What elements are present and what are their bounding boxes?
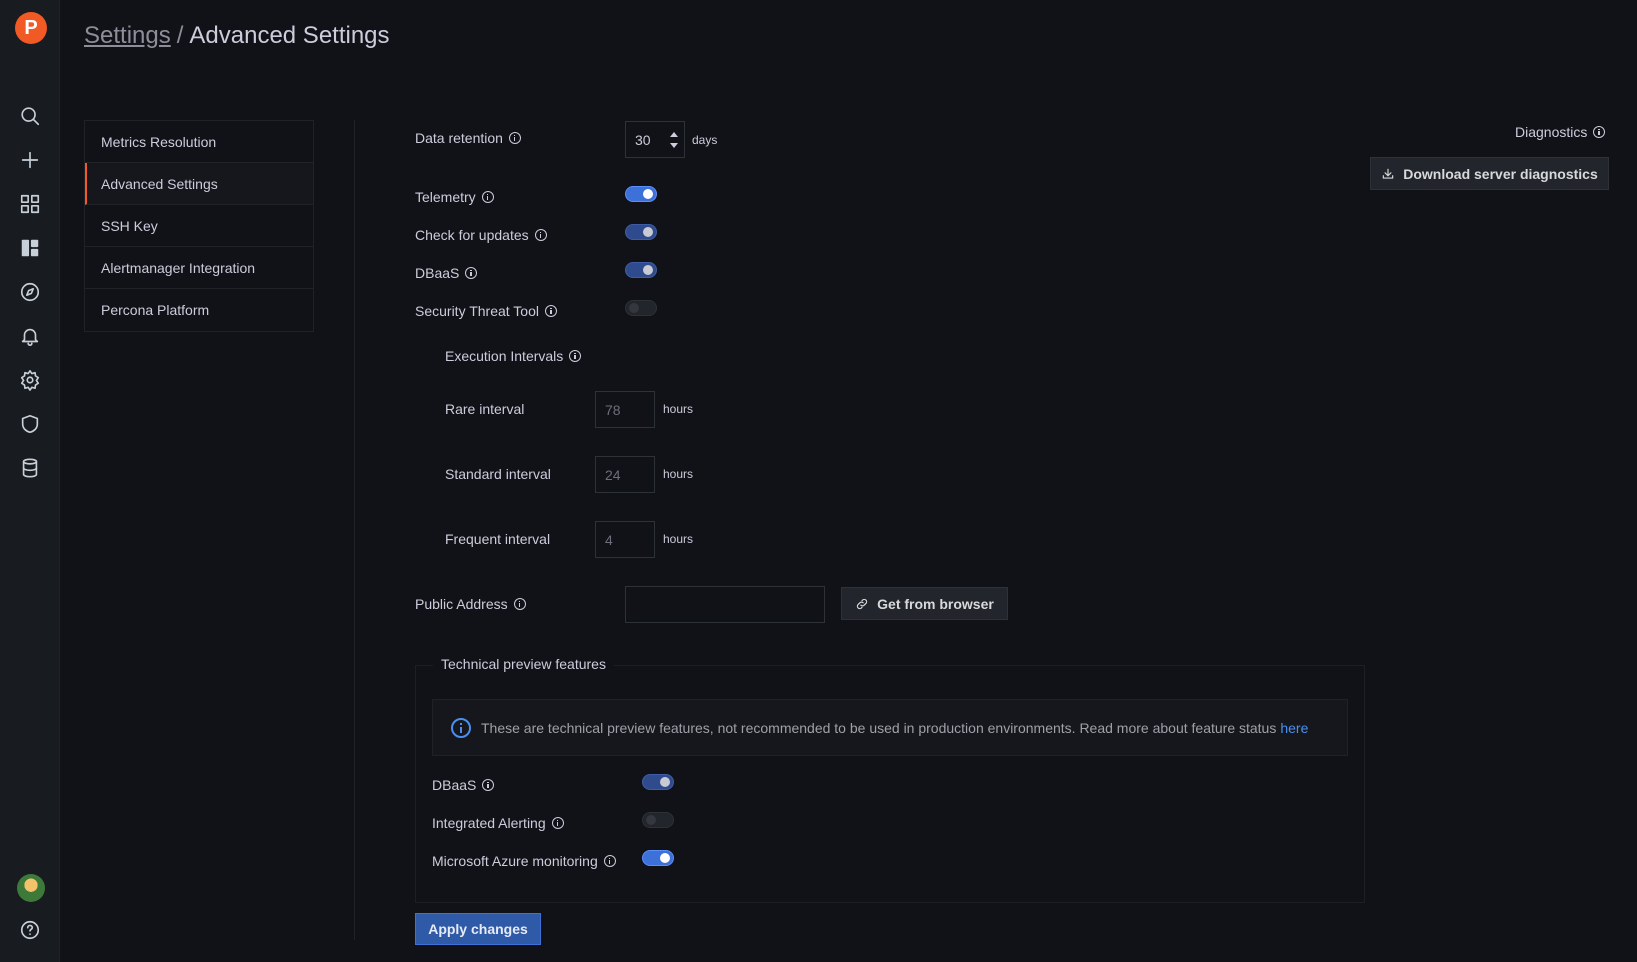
info-icon[interactable] bbox=[465, 267, 478, 279]
page-title: Advanced Settings bbox=[189, 22, 390, 49]
plus-icon[interactable] bbox=[14, 144, 46, 176]
toggle-knob bbox=[660, 777, 670, 787]
execution-intervals-text: Execution Intervals bbox=[445, 348, 564, 364]
alert-bell-icon[interactable] bbox=[14, 320, 46, 352]
rare-interval-label: Rare interval bbox=[445, 401, 525, 417]
stt-text: Security Threat Tool bbox=[415, 303, 539, 319]
check-updates-label: Check for updates bbox=[415, 227, 547, 243]
get-from-browser-button[interactable]: Get from browser bbox=[841, 587, 1008, 620]
info-icon[interactable] bbox=[508, 132, 521, 144]
shield-icon[interactable] bbox=[14, 408, 46, 440]
tech-preview-legend: Technical preview features bbox=[433, 656, 614, 672]
preview-dbaas-text: DBaaS bbox=[432, 777, 477, 793]
integrated-alerting-label: Integrated Alerting bbox=[432, 815, 564, 831]
data-retention-input[interactable]: 30 bbox=[625, 121, 685, 158]
standard-interval-unit: hours bbox=[663, 467, 694, 481]
info-circle-icon bbox=[451, 717, 471, 738]
azure-monitoring-label: Microsoft Azure monitoring bbox=[432, 853, 616, 869]
frequent-interval-label: Frequent interval bbox=[445, 531, 551, 547]
public-address-label: Public Address bbox=[415, 596, 526, 612]
frequent-interval-unit: hours bbox=[663, 532, 694, 546]
toggle-knob bbox=[643, 227, 653, 237]
download-icon bbox=[1383, 168, 1394, 179]
feature-status-link[interactable]: here bbox=[1280, 720, 1308, 736]
toggle-knob bbox=[629, 303, 639, 313]
preview-dbaas-label: DBaaS bbox=[432, 777, 495, 793]
info-icon[interactable] bbox=[481, 191, 494, 203]
info-icon[interactable] bbox=[1593, 126, 1606, 138]
explore-icon[interactable] bbox=[14, 276, 46, 308]
info-icon[interactable] bbox=[551, 817, 564, 829]
data-retention-text: Data retention bbox=[415, 130, 503, 146]
data-retention-value: 30 bbox=[635, 131, 651, 148]
info-icon[interactable] bbox=[482, 779, 495, 791]
breadcrumb-settings-link[interactable]: Settings bbox=[84, 22, 171, 49]
info-icon[interactable] bbox=[603, 855, 616, 867]
divider bbox=[354, 120, 355, 940]
telemetry-label: Telemetry bbox=[415, 189, 494, 205]
toggle-knob bbox=[660, 853, 670, 863]
integrated-alerting-text: Integrated Alerting bbox=[432, 815, 546, 831]
menu-item-advanced-settings[interactable]: Advanced Settings bbox=[85, 163, 313, 205]
public-address-text: Public Address bbox=[415, 596, 508, 612]
apply-changes-button[interactable]: Apply changes bbox=[415, 913, 541, 945]
info-icon[interactable] bbox=[513, 598, 526, 610]
percona-logo[interactable]: P bbox=[15, 12, 47, 44]
link-icon bbox=[857, 598, 868, 609]
info-icon[interactable] bbox=[569, 350, 582, 362]
avatar[interactable] bbox=[17, 874, 45, 902]
dbaas-label: DBaaS bbox=[415, 265, 478, 281]
tech-preview-alert: These are technical preview features, no… bbox=[432, 699, 1348, 756]
toggle-knob bbox=[643, 265, 653, 275]
telemetry-toggle[interactable] bbox=[625, 186, 657, 202]
stt-toggle[interactable] bbox=[625, 300, 657, 316]
public-address-input[interactable] bbox=[625, 586, 825, 623]
panel-icon[interactable] bbox=[14, 232, 46, 264]
breadcrumb-separator: / bbox=[176, 22, 184, 49]
search-icon[interactable] bbox=[14, 100, 46, 132]
telemetry-text: Telemetry bbox=[415, 189, 476, 205]
download-diagnostics-label: Download server diagnostics bbox=[1403, 165, 1598, 182]
dashboards-icon[interactable] bbox=[14, 188, 46, 220]
info-icon[interactable] bbox=[545, 305, 557, 317]
azure-monitoring-toggle[interactable] bbox=[642, 850, 674, 866]
settings-menu: Metrics Resolution Advanced Settings SSH… bbox=[84, 120, 314, 332]
toggle-knob bbox=[643, 189, 653, 199]
data-retention-unit: days bbox=[692, 133, 718, 147]
standard-interval-label: Standard interval bbox=[445, 466, 551, 482]
diagnostics-label: Diagnostics bbox=[1515, 124, 1606, 140]
preview-dbaas-toggle[interactable] bbox=[642, 774, 674, 790]
spinner-icon[interactable] bbox=[670, 132, 678, 148]
side-nav: P bbox=[0, 0, 60, 962]
menu-item-percona-platform[interactable]: Percona Platform bbox=[85, 289, 313, 331]
data-retention-label: Data retention bbox=[415, 130, 521, 146]
database-icon[interactable] bbox=[14, 452, 46, 484]
frequent-interval-input[interactable]: 4 bbox=[595, 521, 655, 558]
standard-interval-input[interactable]: 24 bbox=[595, 456, 655, 493]
alert-text: These are technical preview features, no… bbox=[481, 719, 1277, 736]
info-icon[interactable] bbox=[534, 229, 547, 241]
menu-item-metrics-resolution[interactable]: Metrics Resolution bbox=[85, 121, 313, 163]
check-updates-text: Check for updates bbox=[415, 227, 529, 243]
toggle-knob bbox=[646, 815, 656, 825]
rare-interval-input[interactable]: 78 bbox=[595, 391, 655, 428]
check-updates-toggle[interactable] bbox=[625, 224, 657, 240]
menu-item-ssh-key[interactable]: SSH Key bbox=[85, 205, 313, 247]
execution-intervals-label: Execution Intervals bbox=[445, 348, 582, 364]
azure-monitoring-text: Microsoft Azure monitoring bbox=[432, 853, 598, 869]
rare-interval-unit: hours bbox=[663, 402, 694, 416]
gear-icon[interactable] bbox=[14, 364, 46, 396]
help-icon[interactable] bbox=[14, 914, 46, 946]
dbaas-toggle[interactable] bbox=[625, 262, 657, 278]
download-diagnostics-button[interactable]: Download server diagnostics bbox=[1370, 157, 1609, 190]
dbaas-text: DBaaS bbox=[415, 265, 460, 281]
diagnostics-text: Diagnostics bbox=[1515, 124, 1588, 140]
get-from-browser-label: Get from browser bbox=[877, 595, 994, 612]
menu-item-alertmanager-integration[interactable]: Alertmanager Integration bbox=[85, 247, 313, 289]
integrated-alerting-toggle[interactable] bbox=[642, 812, 674, 828]
breadcrumb: Settings / Advanced Settings bbox=[84, 22, 390, 50]
stt-label: Security Threat Tool bbox=[415, 303, 557, 319]
